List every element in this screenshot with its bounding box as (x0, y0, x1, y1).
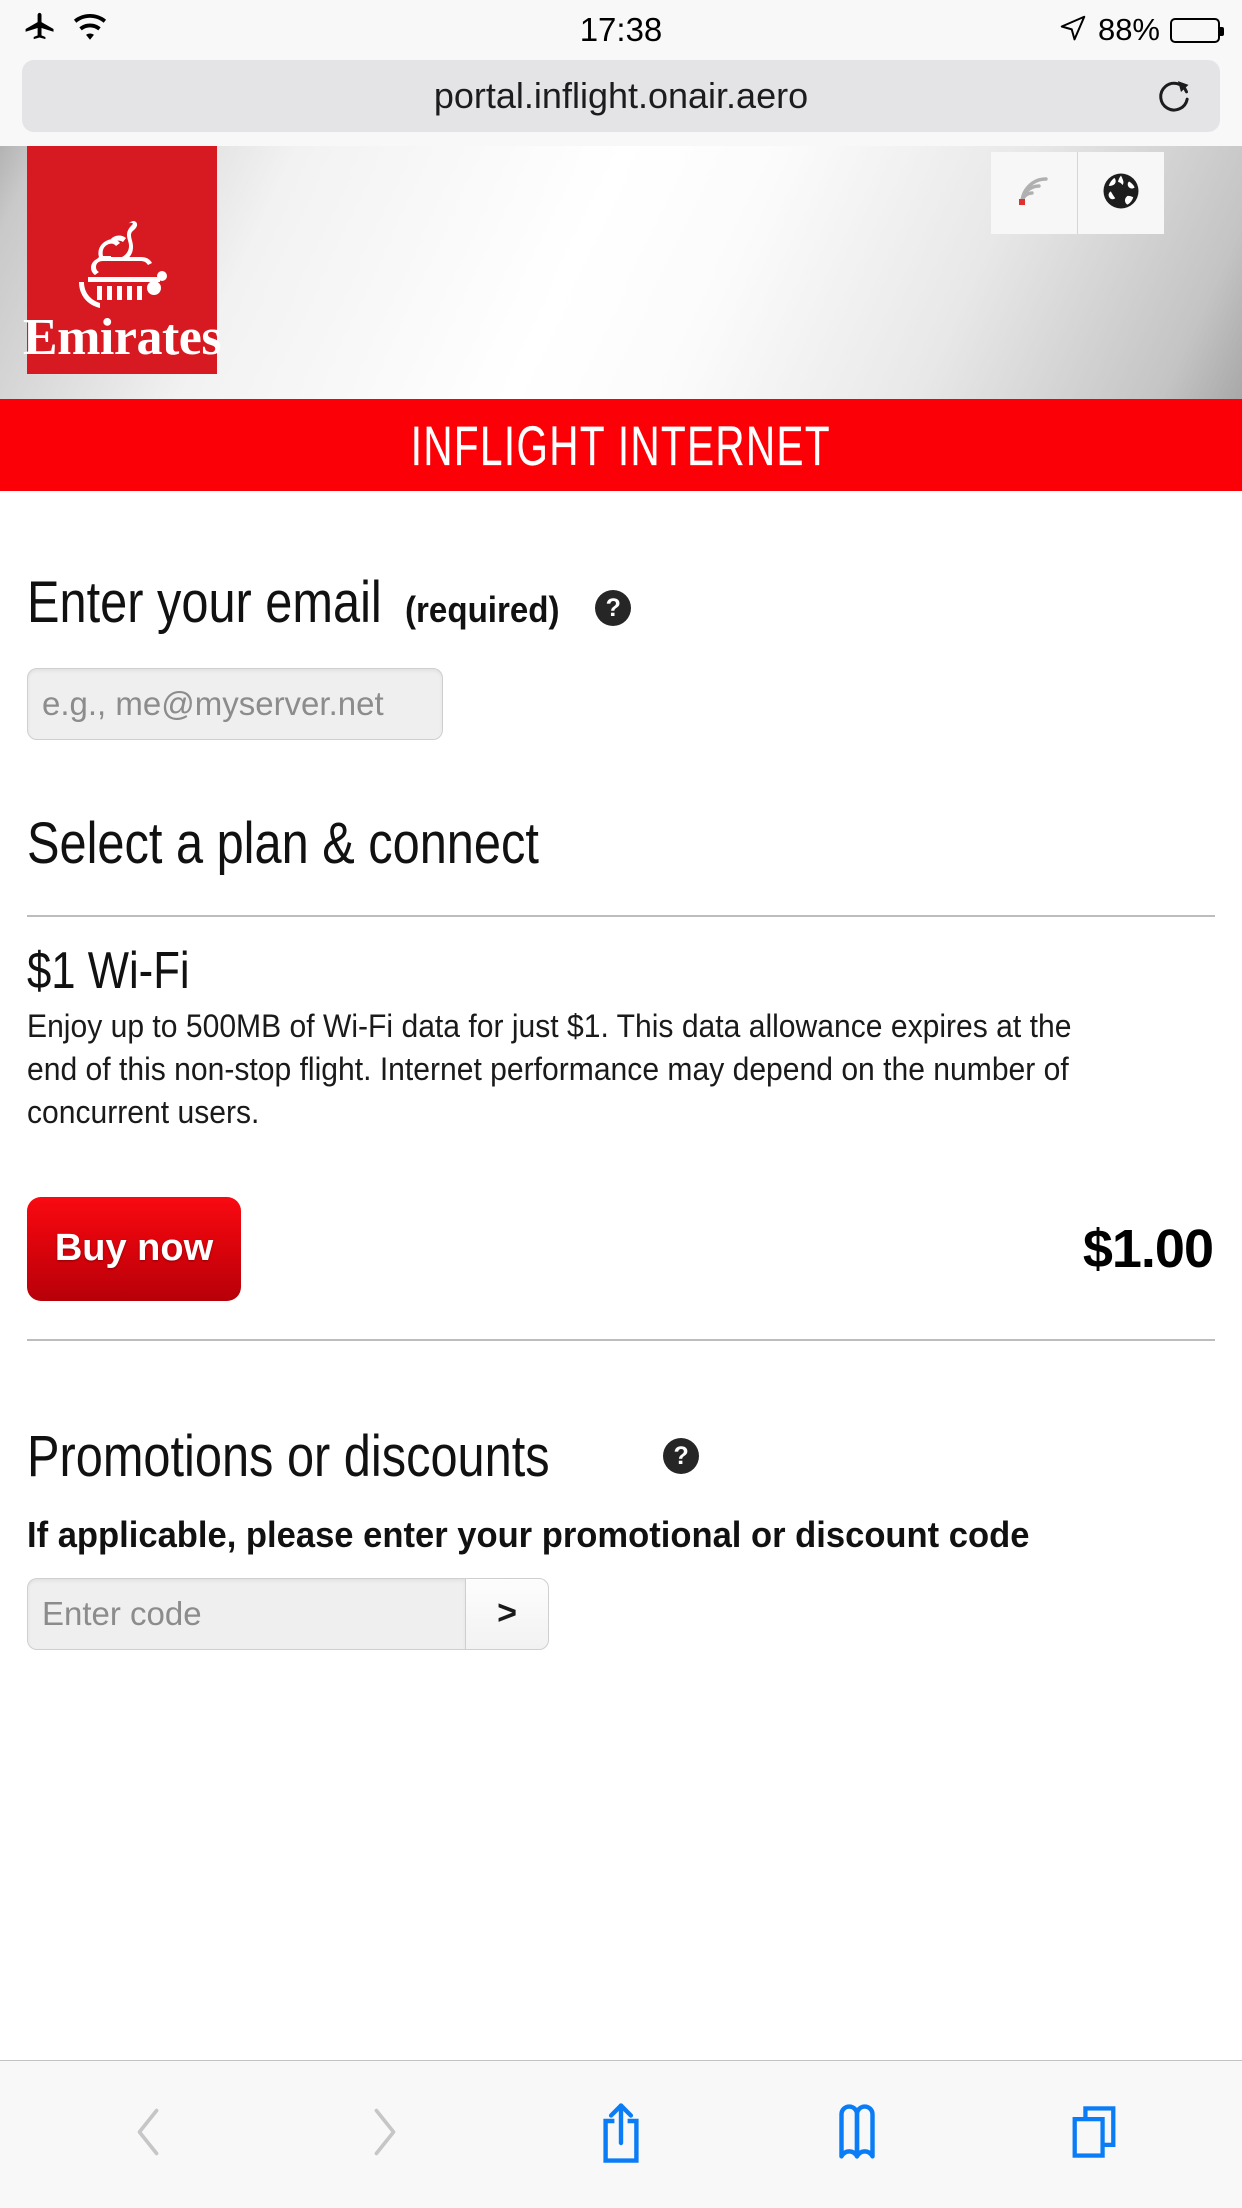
promo-heading: Promotions or discounts (27, 1423, 550, 1489)
plan-card: $1 Wi-Fi Enjoy up to 500MB of Wi-Fi data… (27, 917, 1215, 1301)
ios-status-bar: 17:38 88% (0, 0, 1242, 60)
browser-toolbar: portal.inflight.onair.aero (0, 60, 1242, 146)
promo-code-input[interactable] (27, 1577, 465, 1650)
help-question-icon[interactable]: ? (595, 590, 632, 626)
email-required-label: (required) (405, 589, 560, 630)
promo-submit-button[interactable]: > (465, 1577, 549, 1650)
chevron-right-icon (358, 2102, 412, 2167)
buy-now-button[interactable]: Buy now (27, 1196, 241, 1301)
plan-purchase-row: Buy now $1.00 (27, 1196, 1215, 1301)
plan-description: Enjoy up to 500MB of Wi-Fi data for just… (27, 1008, 1072, 1131)
inflight-internet-banner: INFLIGHT INTERNET (0, 399, 1242, 491)
address-bar[interactable]: portal.inflight.onair.aero (22, 60, 1220, 132)
plan-section-header: Select a plan & connect (27, 740, 1215, 877)
url-text: portal.inflight.onair.aero (433, 75, 809, 116)
status-bar-right: 88% (1058, 12, 1224, 48)
forward-button[interactable] (325, 2102, 445, 2167)
tabs-icon (1066, 2102, 1122, 2167)
promo-input-row: > (27, 1577, 1215, 1650)
email-section-header: Enter your email (required) ? (27, 491, 1215, 636)
plan-name: $1 Wi-Fi (27, 942, 190, 1000)
back-button[interactable] (88, 2102, 208, 2167)
emirates-wordmark: Emirates (22, 309, 222, 366)
promo-section-header: Promotions or discounts ? (27, 1341, 1215, 1490)
header-buttons (991, 152, 1164, 234)
book-icon (828, 2101, 886, 2168)
signal-strength-button[interactable] (991, 152, 1078, 234)
chevron-left-icon (121, 2102, 175, 2167)
emirates-brand-header: Emirates Hello Tomorrow (0, 146, 1242, 399)
email-heading: Enter your email (27, 570, 382, 635)
tabs-button[interactable] (1034, 2102, 1154, 2167)
share-button[interactable] (561, 2099, 681, 2170)
battery-percent-label: 88% (1097, 12, 1160, 47)
bookmarks-button[interactable] (797, 2101, 917, 2168)
emirates-calligraphy-logo (79, 220, 167, 308)
language-button[interactable] (1078, 152, 1164, 234)
emirates-logo: Emirates (23, 146, 222, 374)
page-content: Enter your email (required) ? Select a p… (0, 491, 1242, 1650)
globe-icon (1100, 170, 1142, 217)
location-arrow-icon (1058, 13, 1088, 48)
help-question-icon[interactable]: ? (663, 1438, 700, 1475)
email-input[interactable] (27, 668, 443, 740)
plan-price: $1.00 (1082, 1218, 1214, 1279)
status-bar-clock: 17:38 (579, 11, 663, 48)
signal-strength-icon (1010, 167, 1058, 220)
share-icon (592, 2099, 650, 2170)
reload-icon[interactable] (1154, 76, 1194, 116)
plan-heading: Select a plan & connect (27, 811, 539, 876)
promo-subtitle: If applicable, please enter your promoti… (27, 1513, 1030, 1555)
battery-icon (1170, 17, 1224, 43)
browser-bottom-toolbar (0, 2060, 1242, 2208)
banner-title: INFLIGHT INTERNET (410, 413, 832, 477)
